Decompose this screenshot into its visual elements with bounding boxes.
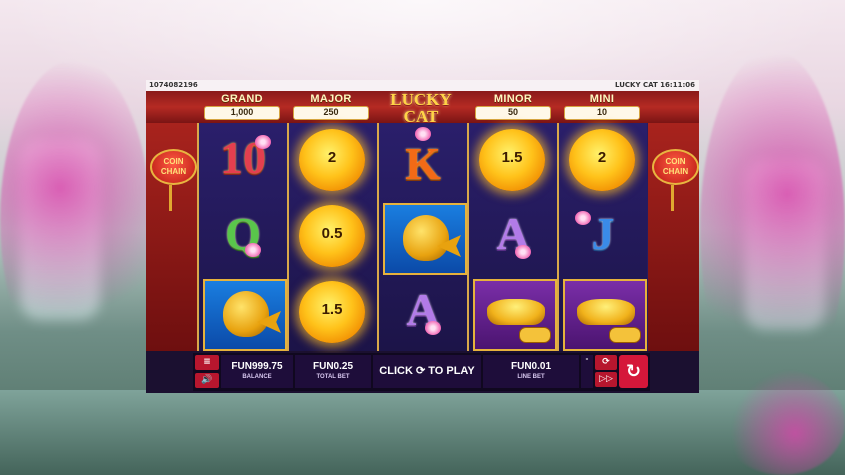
line-bet-label: LINE BET bbox=[517, 374, 545, 380]
cherry-blossom-bottom-right bbox=[720, 370, 845, 475]
symbol-q: Q bbox=[225, 208, 261, 259]
reel-5: 2 J bbox=[557, 123, 647, 351]
game-window: 1074082196 LUCKY CAT 16:11:06 GRAND 1,00… bbox=[146, 80, 699, 393]
symbol-a: A bbox=[406, 284, 440, 335]
jackpot-grand-label: GRAND bbox=[221, 93, 263, 105]
coin-value: 0.5 bbox=[321, 225, 343, 242]
symbol-a: A bbox=[496, 208, 530, 259]
symbol-cell: 0.5 bbox=[289, 199, 377, 275]
jackpot-major: MAJOR 250 bbox=[287, 93, 375, 121]
symbol-cell: 2 bbox=[559, 123, 647, 199]
reel-1: 10 Q bbox=[197, 123, 287, 351]
left-pillar: COIN CHAIN bbox=[146, 123, 197, 351]
symbol-j: J bbox=[591, 208, 615, 259]
gold-coin-icon: 2 bbox=[569, 129, 635, 191]
orchid-icon bbox=[515, 245, 531, 259]
jackpot-major-label: MAJOR bbox=[310, 93, 352, 105]
line-bet-value: FUN0.01 bbox=[510, 361, 551, 372]
control-bar: ≡ 🔊 FUN999.75 BALANCE FUN0.25 TOTAL BET … bbox=[193, 353, 650, 391]
symbol-cell bbox=[559, 275, 647, 351]
reel-grid: 10 Q 2 0.5 1.5 K A 1.5 A 2 J bbox=[197, 123, 648, 351]
balance-label: BALANCE bbox=[242, 374, 272, 380]
menu-button[interactable]: ≡ bbox=[195, 355, 219, 370]
symbol-cell: 2 bbox=[289, 123, 377, 199]
lake bbox=[0, 390, 845, 475]
coin-stack-icon bbox=[609, 327, 641, 343]
gold-ingot-symbol bbox=[473, 279, 557, 351]
jackpot-mini: MINI 10 bbox=[558, 93, 646, 121]
logo-line-1: LUCKY bbox=[390, 90, 452, 109]
jackpot-minor: MINOR 50 bbox=[469, 93, 557, 121]
lotus-icon bbox=[245, 243, 261, 257]
right-pillar: COIN CHAIN bbox=[648, 123, 699, 351]
gold-ingot-icon bbox=[577, 299, 635, 325]
symbol-cell: 1.5 bbox=[289, 275, 377, 351]
gold-coin-icon: 0.5 bbox=[299, 205, 365, 267]
jackpot-grand-value: 1,000 bbox=[204, 106, 280, 120]
symbol-cell: A bbox=[469, 199, 557, 275]
koi-fish-icon bbox=[223, 291, 269, 337]
click-to-play-prompt[interactable]: CLICK ⟳ TO PLAY bbox=[373, 355, 481, 388]
reel-2: 2 0.5 1.5 bbox=[287, 123, 377, 351]
symbol-cell: J bbox=[559, 199, 647, 275]
reel-4: 1.5 A bbox=[467, 123, 557, 351]
coin-chain-badge-left: COIN CHAIN bbox=[150, 149, 197, 185]
jackpot-mini-label: MINI bbox=[589, 93, 615, 105]
sound-toggle-button[interactable]: 🔊 bbox=[195, 373, 219, 388]
balance-value: FUN999.75 bbox=[231, 361, 283, 372]
gold-ingot-symbol bbox=[563, 279, 647, 351]
koi-fish-symbol bbox=[383, 203, 467, 275]
turbo-button[interactable]: ▷▷ bbox=[595, 372, 617, 387]
balance-display: FUN999.75 BALANCE bbox=[221, 355, 293, 388]
tassel-right bbox=[671, 185, 674, 211]
gold-ingot-icon bbox=[487, 299, 545, 325]
cherry-blossom-left bbox=[0, 60, 150, 380]
symbol-cell bbox=[199, 275, 287, 351]
line-bet-display[interactable]: FUN0.01 LINE BET bbox=[483, 355, 579, 388]
lotus-icon bbox=[575, 211, 591, 225]
gold-coin-icon: 1.5 bbox=[299, 281, 365, 343]
total-bet-value: FUN0.25 bbox=[312, 361, 353, 372]
symbol-cell: Q bbox=[199, 199, 287, 275]
symbol-cell: 10 bbox=[199, 123, 287, 199]
jackpot-mini-value: 10 bbox=[564, 106, 640, 120]
koi-fish-icon bbox=[403, 215, 449, 261]
orchid-icon bbox=[425, 321, 441, 335]
total-bet-label: TOTAL BET bbox=[316, 374, 350, 380]
gold-coin-icon: 1.5 bbox=[479, 129, 545, 191]
lotus-icon bbox=[415, 127, 431, 141]
coin-stack-icon bbox=[519, 327, 551, 343]
lotus-icon bbox=[255, 135, 271, 149]
koi-fish-symbol bbox=[203, 279, 287, 351]
jackpot-major-value: 250 bbox=[293, 106, 369, 120]
jackpot-minor-label: MINOR bbox=[493, 93, 533, 105]
autoplay-button[interactable]: ⟳ bbox=[595, 355, 617, 370]
coin-value: 1.5 bbox=[321, 301, 343, 318]
session-id: 1074082196 bbox=[149, 81, 198, 89]
reel-3: K A bbox=[377, 123, 467, 351]
jackpot-minor-value: 50 bbox=[475, 106, 551, 120]
symbol-cell bbox=[379, 199, 467, 275]
coin-value: 1.5 bbox=[501, 149, 523, 166]
tassel-left bbox=[169, 185, 172, 211]
symbol-cell bbox=[469, 275, 557, 351]
symbol-10: 10 bbox=[220, 132, 266, 183]
symbol-cell: A bbox=[379, 275, 467, 351]
jackpot-grand: GRAND 1,000 bbox=[198, 93, 286, 121]
jackpot-header: GRAND 1,000 MAJOR 250 LUCKY CAT MINOR 50… bbox=[146, 90, 699, 125]
spin-button[interactable]: ↻ bbox=[619, 355, 648, 388]
coin-value: 2 bbox=[597, 149, 607, 166]
bet-decrease-button[interactable]: - bbox=[581, 355, 593, 388]
coin-chain-badge-right: COIN CHAIN bbox=[652, 149, 699, 185]
game-clock: LUCKY CAT 16:11:06 bbox=[614, 81, 695, 89]
symbol-k: K bbox=[405, 138, 441, 189]
symbol-cell: K bbox=[379, 123, 467, 199]
symbol-cell: 1.5 bbox=[469, 123, 557, 199]
coin-value: 2 bbox=[327, 149, 337, 166]
gold-coin-icon: 2 bbox=[299, 129, 365, 191]
cherry-blossom-right bbox=[700, 50, 845, 410]
total-bet-display[interactable]: FUN0.25 TOTAL BET bbox=[295, 355, 371, 388]
